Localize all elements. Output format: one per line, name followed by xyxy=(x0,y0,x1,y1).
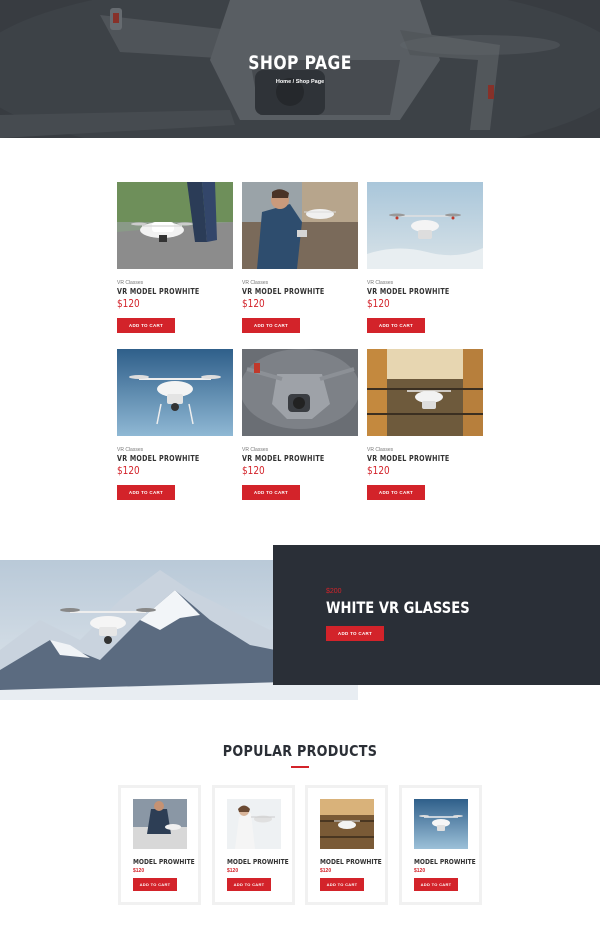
product-price: $120 xyxy=(242,465,265,477)
product-price: $120 xyxy=(117,298,140,310)
title-underline xyxy=(291,766,309,768)
popular-card[interactable]: MODEL PROWHITE $120 ADD TO CART xyxy=(399,785,482,905)
product-name[interactable]: VR MODEL PROWHITE xyxy=(367,454,450,463)
popular-price: $120 xyxy=(414,868,426,874)
popular-card[interactable]: MODEL PROWHITE $120 ADD TO CART xyxy=(305,785,388,905)
popular-name[interactable]: MODEL PROWHITE xyxy=(227,858,289,866)
product-image[interactable] xyxy=(242,182,358,269)
popular-price: $120 xyxy=(133,868,145,874)
feature-title[interactable]: WHITE VR GLASSES xyxy=(326,598,470,617)
product-category[interactable]: VR Classes xyxy=(242,447,268,453)
product-card[interactable]: VR Classes VR MODEL PROWHITE $120 ADD TO… xyxy=(367,349,483,509)
product-image[interactable] xyxy=(242,349,358,436)
product-card[interactable]: VR Classes VR MODEL PROWHITE $120 ADD TO… xyxy=(117,349,233,509)
popular-add-to-cart-button[interactable]: ADD TO CART xyxy=(133,878,177,891)
popular-card[interactable]: MODEL PROWHITE $120 ADD TO CART xyxy=(118,785,201,905)
popular-price: $120 xyxy=(227,868,239,874)
popular-add-to-cart-button[interactable]: ADD TO CART xyxy=(320,878,364,891)
popular-name[interactable]: MODEL PROWHITE xyxy=(133,858,195,866)
product-category[interactable]: VR Classes xyxy=(117,447,143,453)
add-to-cart-button[interactable]: ADD TO CART xyxy=(117,318,175,333)
add-to-cart-button[interactable]: ADD TO CART xyxy=(242,485,300,500)
hero-banner: SHOP PAGE Home / Shop Page xyxy=(0,0,600,138)
product-image[interactable] xyxy=(367,182,483,269)
popular-card[interactable]: MODEL PROWHITE $120 ADD TO CART xyxy=(212,785,295,905)
product-card[interactable]: VR Classes VR MODEL PROWHITE $120 ADD TO… xyxy=(242,182,358,342)
product-image[interactable] xyxy=(117,349,233,436)
product-category[interactable]: VR Classes xyxy=(367,447,393,453)
feature-panel: $200 WHITE VR GLASSES ADD TO CART xyxy=(273,545,600,685)
product-card[interactable]: VR Classes VR MODEL PROWHITE $120 ADD TO… xyxy=(117,182,233,342)
product-price: $120 xyxy=(367,465,390,477)
product-category[interactable]: VR Classes xyxy=(367,280,393,286)
feature-add-to-cart-button[interactable]: ADD TO CART xyxy=(326,626,384,641)
add-to-cart-button[interactable]: ADD TO CART xyxy=(242,318,300,333)
product-name[interactable]: VR MODEL PROWHITE xyxy=(242,287,325,296)
product-name[interactable]: VR MODEL PROWHITE xyxy=(367,287,450,296)
product-category[interactable]: VR Classes xyxy=(242,280,268,286)
popular-image[interactable] xyxy=(414,799,468,849)
popular-image[interactable] xyxy=(320,799,374,849)
product-price: $120 xyxy=(367,298,390,310)
product-name[interactable]: VR MODEL PROWHITE xyxy=(242,454,325,463)
add-to-cart-button[interactable]: ADD TO CART xyxy=(367,485,425,500)
product-image[interactable] xyxy=(117,182,233,269)
page-title: SHOP PAGE xyxy=(248,52,352,74)
popular-price: $120 xyxy=(320,868,332,874)
popular-name[interactable]: MODEL PROWHITE xyxy=(414,858,476,866)
product-image[interactable] xyxy=(367,349,483,436)
add-to-cart-button[interactable]: ADD TO CART xyxy=(117,485,175,500)
product-category[interactable]: VR Classes xyxy=(117,280,143,286)
popular-image[interactable] xyxy=(227,799,281,849)
product-card[interactable]: VR Classes VR MODEL PROWHITE $120 ADD TO… xyxy=(367,182,483,342)
product-name[interactable]: VR MODEL PROWHITE xyxy=(117,454,200,463)
popular-products-title: POPULAR PRODUCTS xyxy=(222,742,378,760)
product-card[interactable]: VR Classes VR MODEL PROWHITE $120 ADD TO… xyxy=(242,349,358,509)
product-price: $120 xyxy=(117,465,140,477)
feature-price: $200 xyxy=(326,588,342,595)
popular-image[interactable] xyxy=(133,799,187,849)
popular-add-to-cart-button[interactable]: ADD TO CART xyxy=(414,878,458,891)
popular-add-to-cart-button[interactable]: ADD TO CART xyxy=(227,878,271,891)
add-to-cart-button[interactable]: ADD TO CART xyxy=(367,318,425,333)
product-price: $120 xyxy=(242,298,265,310)
popular-name[interactable]: MODEL PROWHITE xyxy=(320,858,382,866)
product-name[interactable]: VR MODEL PROWHITE xyxy=(117,287,200,296)
breadcrumb[interactable]: Home / Shop Page xyxy=(0,79,600,85)
